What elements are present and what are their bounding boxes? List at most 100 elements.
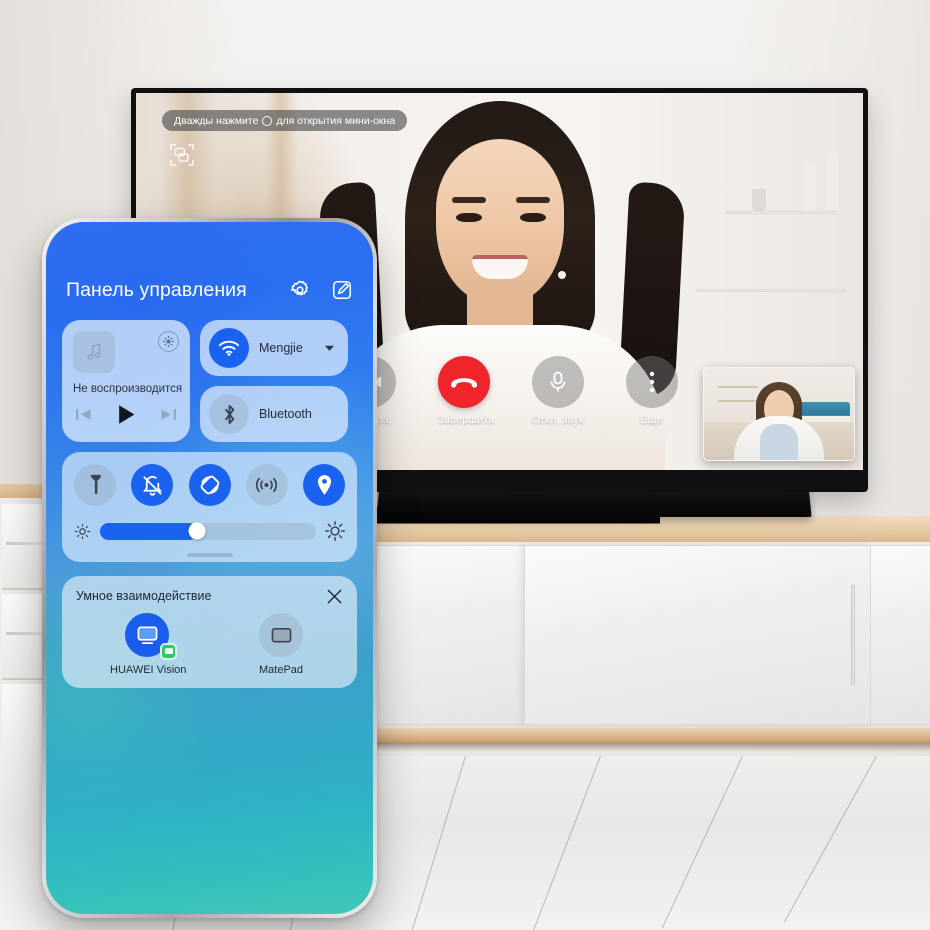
end-call-icon (450, 378, 477, 388)
hotspot-icon (256, 477, 278, 493)
tablet-device-icon[interactable] (259, 613, 303, 657)
toggle-row (74, 464, 345, 506)
shelf (726, 211, 836, 214)
toggle-flashlight[interactable] (74, 464, 116, 506)
control-panel-header: Панель управления (62, 260, 357, 320)
call-button-mute[interactable]: Откл. звук (531, 356, 584, 426)
sideboard-body (356, 542, 930, 728)
smart-interaction-card: Умное взаимодействие HUAWEI Vision MateP… (62, 576, 357, 688)
sideboard-shadow (358, 744, 930, 752)
brightness-high-icon (325, 521, 345, 541)
next-track-glyph (161, 408, 176, 421)
tv-sideboard (356, 516, 930, 756)
quick-toggles-card (62, 452, 357, 562)
bluetooth-label: Bluetooth (259, 407, 312, 421)
toggle-location[interactable] (303, 464, 345, 506)
location-pin-icon (317, 475, 331, 495)
caller-eye (519, 213, 546, 222)
mute-button-circle[interactable] (531, 356, 584, 408)
shelf (696, 289, 846, 292)
smartphone: Панель управления Не воспроизводится Men… (42, 218, 377, 918)
brightness-slider-knob[interactable] (188, 522, 206, 540)
play-glyph (118, 405, 134, 424)
vase (752, 189, 766, 211)
brightness-row (74, 521, 345, 541)
cast-audio-icon[interactable] (158, 331, 179, 352)
sideboard-door (870, 545, 930, 725)
candle (826, 151, 838, 211)
call-label-mute: Откл. звук (531, 414, 584, 426)
hint-text-before: Дважды нажмите (174, 114, 259, 127)
caller-face (435, 139, 566, 303)
more-button-circle[interactable] (625, 356, 678, 408)
caller-earring (557, 271, 566, 279)
cast-scan-icon[interactable] (168, 141, 196, 169)
microphone-icon (550, 371, 565, 392)
page-title: Панель управления (66, 278, 247, 301)
caller-brow (451, 197, 486, 203)
tv-device-icon[interactable] (125, 613, 177, 660)
call-button-more[interactable]: Еще (625, 356, 678, 426)
connectivity-column: Mengjie Bluetooth (200, 320, 348, 442)
call-label-end: Завершить (437, 414, 494, 426)
media-status-text: Не воспроизводится (73, 383, 183, 395)
caller-mouth (471, 255, 528, 279)
more-vertical-icon (649, 371, 654, 393)
music-note-icon (86, 343, 100, 360)
circle-home-button-icon (262, 115, 273, 126)
phone-screen: Панель управления Не воспроизводится Men… (46, 222, 373, 914)
flashlight-icon (89, 474, 101, 495)
bell-off-icon (142, 475, 162, 496)
hint-text-after: для открытия мини-окна (276, 114, 396, 127)
brightness-slider-fill (100, 522, 198, 540)
panel-grabber[interactable] (186, 553, 233, 557)
sideboard-door (356, 545, 526, 725)
sideboard-handle (851, 584, 855, 686)
candle (804, 163, 816, 211)
device-label: HUAWEI Vision (110, 664, 187, 676)
toggle-auto-rotate[interactable] (188, 464, 231, 506)
edit-square-icon[interactable] (331, 279, 353, 301)
wifi-icon[interactable] (209, 328, 249, 368)
media-controls (73, 404, 179, 425)
device-huawei-vision[interactable]: HUAWEI Vision (110, 613, 187, 676)
sideboard-door (524, 545, 872, 725)
call-button-end[interactable]: Завершить (437, 356, 494, 426)
device-matepad[interactable]: MatePad (244, 613, 318, 676)
room-scene: Дважды нажмите для открытия мини-окна За… (0, 0, 930, 930)
album-art (73, 331, 115, 373)
previous-track-icon[interactable] (75, 407, 92, 422)
brightness-slider[interactable] (100, 522, 316, 540)
brightness-low-icon (74, 523, 91, 540)
floor-tile-line (661, 756, 743, 929)
toggle-silent-mode[interactable] (131, 464, 174, 506)
caller-eye (455, 213, 482, 222)
chevron-down-icon[interactable] (324, 344, 335, 352)
floor-tile-line (783, 756, 877, 923)
previous-track-glyph (76, 408, 91, 421)
gear-icon[interactable] (289, 279, 311, 301)
tablet-glyph (271, 627, 291, 642)
floor-tile-line (531, 756, 601, 930)
play-icon[interactable] (117, 404, 136, 425)
mini-window-hint: Дважды нажмите для открытия мини-окна (162, 110, 408, 131)
call-label-more: Еще (640, 414, 663, 426)
end-call-button-circle[interactable] (437, 356, 490, 408)
control-panel: Панель управления Не воспроизводится Men… (46, 260, 373, 688)
device-label: MatePad (258, 664, 304, 676)
cast-active-badge-icon (160, 643, 177, 660)
bluetooth-icon[interactable] (209, 394, 249, 434)
sideboard-base (358, 728, 930, 744)
media-player-card[interactable]: Не воспроизводится (62, 320, 190, 442)
header-icons (289, 279, 353, 301)
next-track-icon[interactable] (160, 407, 177, 422)
pip-person-shirt (760, 424, 798, 460)
caller-brow (515, 197, 550, 203)
bluetooth-card[interactable]: Bluetooth (200, 386, 348, 442)
wifi-card[interactable]: Mengjie (200, 320, 348, 376)
tv-glyph (137, 626, 157, 644)
floor-tile-line (409, 756, 466, 930)
close-icon[interactable] (326, 588, 343, 605)
device-list: HUAWEI Vision MatePad (76, 613, 343, 676)
toggle-hotspot[interactable] (245, 464, 288, 506)
